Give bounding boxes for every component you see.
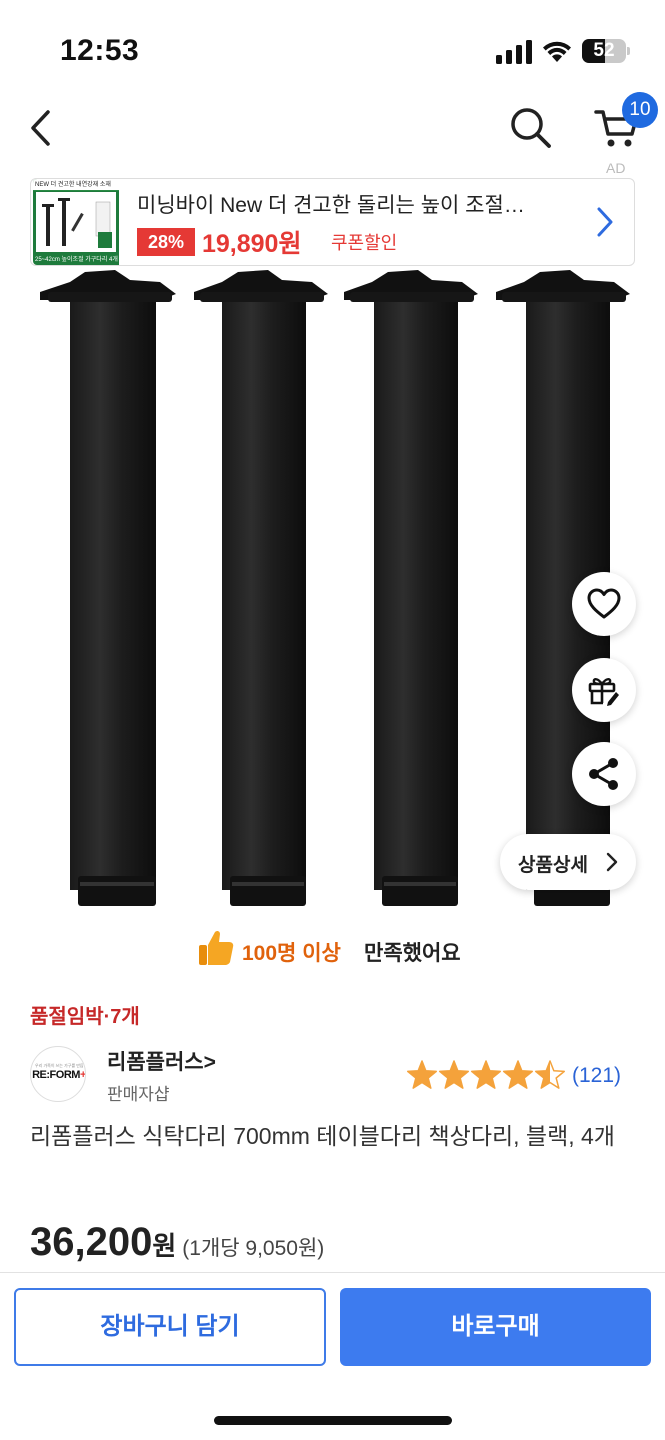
table-leg-1	[40, 270, 176, 906]
price-currency: 원	[152, 1231, 177, 1261]
product-detail-button[interactable]: 상품상세	[500, 834, 636, 890]
gift-button[interactable]	[572, 658, 636, 722]
satisfaction-count: 100명 이상	[242, 942, 341, 965]
ad-coupon-label: 쿠폰할인	[331, 233, 398, 253]
product-detail-label: 상품상세	[518, 855, 588, 876]
star-icon	[470, 1060, 502, 1089]
product-image[interactable]	[0, 268, 665, 918]
buy-now-button[interactable]: 바로구매	[340, 1288, 651, 1366]
ad-discount-badge: 28%	[137, 228, 195, 256]
wifi-icon	[543, 41, 571, 62]
table-leg-2	[194, 270, 328, 906]
gift-icon	[588, 678, 619, 706]
seller-name-link[interactable]: 리폼플러스>	[107, 1046, 216, 1076]
battery-icon: 52	[582, 39, 630, 63]
chevron-left-icon[interactable]	[22, 106, 62, 150]
divider	[0, 1272, 665, 1273]
star-icon	[406, 1060, 438, 1089]
star-icon	[502, 1060, 534, 1089]
price-amount: 36,200	[30, 1220, 153, 1264]
ad-thumbnail: NEW 더 견고한 내연강재 소재 25~42cm 높이조절 가구다리 4개	[33, 179, 119, 265]
product-title: 리폼플러스 식탁다리 700mm 테이블다리 책상다리, 블랙, 4개	[30, 1123, 615, 1149]
ad-thumb-top-text: NEW 더 견고한 내연강재 소재	[35, 182, 111, 188]
add-to-cart-button[interactable]: 장바구니 담기	[14, 1288, 326, 1366]
table-legs-thumbnail-image	[42, 198, 112, 248]
ad-title: 미닝바이 New 더 견고한 돌리는 높이 조절…	[137, 194, 525, 217]
star-icon	[534, 1060, 566, 1089]
price-row: 36,200원 (1개당 9,050원)	[30, 1220, 630, 1270]
chevron-right-icon[interactable]	[593, 205, 617, 239]
seller-logo[interactable]: 우리 가족이 쓰는 가구를 만듭니다 RE:FORM+	[30, 1046, 86, 1102]
battery-level: 52	[593, 40, 615, 61]
ad-banner[interactable]: NEW 더 견고한 내연강재 소재 25~42cm 높이조절 가구다리 4개 미…	[30, 178, 635, 266]
status-time: 12:53	[60, 34, 140, 67]
thumbs-up-icon	[199, 930, 234, 965]
satisfaction-text: 만족했어요	[364, 942, 461, 965]
seller-type: 판매자샵	[107, 1085, 170, 1104]
review-count[interactable]: (121)	[572, 1064, 621, 1088]
chevron-right-icon	[606, 852, 618, 872]
search-icon[interactable]	[507, 104, 553, 150]
cart-badge[interactable]: 10	[622, 92, 658, 128]
ad-mark: AD	[606, 160, 626, 176]
star-icon	[438, 1060, 470, 1089]
heart-icon	[587, 588, 621, 619]
satisfaction-banner: 100명 이상 만족했어요	[196, 928, 496, 970]
home-indicator[interactable]	[214, 1416, 452, 1425]
rating-stars[interactable]	[406, 1060, 566, 1092]
stock-warning: 품절임박·7개	[30, 1006, 140, 1028]
ad-thumb-bottom-text: 25~42cm 높이조절 가구다리 4개	[35, 257, 118, 263]
signal-icon	[496, 40, 532, 64]
share-icon	[589, 758, 618, 790]
table-leg-3	[344, 270, 478, 906]
unit-price: (1개당 9,050원)	[182, 1237, 325, 1260]
status-bar: 12:53 52	[0, 0, 665, 100]
wishlist-button[interactable]	[572, 572, 636, 636]
ad-price: 19,890원	[202, 230, 302, 258]
chevron-right-icon: >	[203, 1051, 216, 1074]
share-button[interactable]	[572, 742, 636, 806]
seller-name: 리폼플러스	[107, 1051, 204, 1074]
